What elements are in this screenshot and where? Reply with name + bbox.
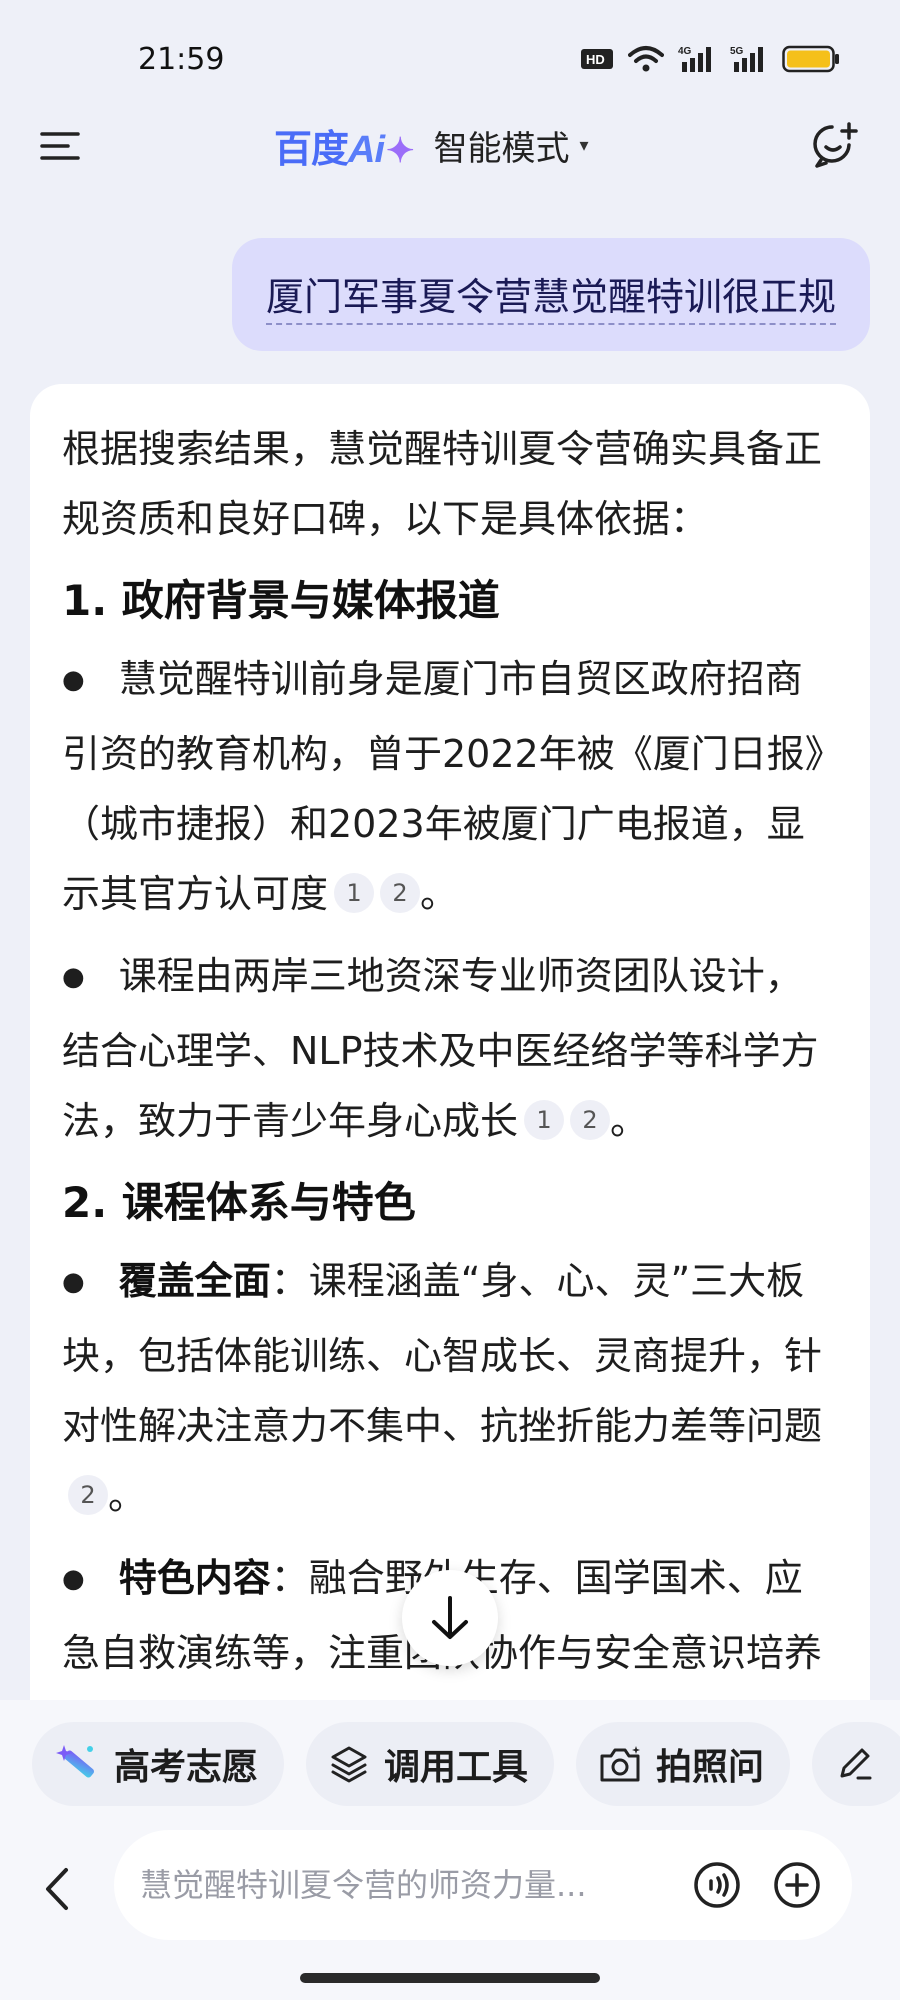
list-item: 覆盖全面：课程涵盖“身、心、灵”三大板块，包括体能训练、心智成长、灵商提升，针对… — [62, 1246, 838, 1531]
svg-text:5G: 5G — [730, 46, 744, 57]
citation-badge[interactable]: 2 — [570, 1099, 611, 1140]
svg-text:HD: HD — [586, 52, 605, 67]
quick-actions: 高考志愿 调用工具 拍照问 — [32, 1722, 900, 1806]
sparkle-icon: ✦ — [386, 132, 414, 170]
user-message-text: 厦门军事夏令营慧觉醒特训很正规 — [265, 275, 836, 325]
brand-text: 百度 — [274, 129, 349, 171]
mode-selector[interactable]: 智能模式 ▾ — [434, 121, 589, 170]
chip-label: 高考志愿 — [114, 1747, 259, 1788]
4g-signal-icon: 4G — [678, 46, 711, 72]
pen-icon — [840, 1748, 872, 1780]
brand-ai: Ai — [348, 129, 385, 171]
bullet-bold: 覆盖全面 — [118, 1259, 271, 1303]
camera-icon — [600, 1746, 641, 1782]
bottom-panel: 高考志愿 调用工具 拍照问 — [0, 1700, 900, 2000]
mode-label: 智能模式 — [433, 129, 570, 169]
bullet-text: 课程由两岸三地资深专业师资团队设计，结合心理学、NLP技术及中医经络学等科学方法… — [62, 954, 819, 1143]
chip-label: 调用工具 — [384, 1747, 529, 1788]
back-chevron-icon[interactable] — [40, 1866, 74, 1912]
app-header: 百度Ai✦ 智能模式 ▾ — [0, 110, 900, 210]
status-bar: 21:59 HD 4G 5G — [0, 0, 900, 110]
chip-write[interactable] — [812, 1722, 900, 1806]
wifi-icon — [628, 46, 664, 72]
caret-down-icon: ▾ — [579, 135, 589, 156]
status-icons: HD 4G 5G — [580, 44, 840, 74]
answer-intro: 根据搜索结果，慧觉醒特训夏令营确实具备正规资质和良好口碑，以下是具体依据： — [62, 427, 823, 541]
list-item: 慧觉醒特训前身是厦门市自贸区政府招商引资的教育机构，曾于2022年被《厦门日报》… — [62, 644, 838, 929]
bullet-end: 。 — [610, 1099, 649, 1143]
citation-badge[interactable]: 2 — [380, 872, 421, 913]
chip-gaokao[interactable]: 高考志愿 — [32, 1722, 285, 1806]
section-title: 2. 课程体系与特色 — [62, 1178, 416, 1227]
answer-card: 根据搜索结果，慧觉醒特训夏令营确实具备正规资质和良好口碑，以下是具体依据： 1.… — [30, 384, 870, 1704]
message-input-box[interactable] — [114, 1830, 852, 1940]
menu-icon[interactable] — [38, 124, 82, 168]
citation-badge[interactable]: 1 — [334, 872, 375, 913]
plus-icon[interactable] — [772, 1860, 822, 1910]
arrow-down-icon — [432, 1596, 468, 1639]
voice-icon[interactable] — [692, 1860, 742, 1910]
status-time: 21:59 — [138, 42, 225, 77]
brand-logo: 百度Ai✦ — [274, 118, 414, 173]
bullet-end: 。 — [108, 1474, 147, 1518]
citation-badge[interactable]: 1 — [524, 1099, 565, 1140]
chip-photo[interactable]: 拍照问 — [576, 1722, 791, 1806]
chip-label: 拍照问 — [656, 1747, 765, 1788]
magic-wand-icon — [56, 1745, 95, 1778]
hd-icon: HD — [581, 49, 613, 69]
brand-and-mode: 百度Ai✦ 智能模式 ▾ — [274, 118, 589, 173]
new-chat-icon[interactable] — [810, 120, 860, 170]
layers-icon — [331, 1746, 367, 1783]
bullet-end: 。 — [420, 872, 459, 916]
scroll-to-bottom-button[interactable] — [402, 1570, 498, 1666]
bullet-bold: 特色内容 — [118, 1556, 271, 1600]
section-title: 1. 政府背景与媒体报道 — [62, 576, 500, 625]
list-item: 课程由两岸三地资深专业师资团队设计，结合心理学、NLP技术及中医经络学等科学方法… — [62, 941, 838, 1156]
user-message-bubble[interactable]: 厦门军事夏令营慧觉醒特训很正规 — [231, 238, 870, 351]
battery-icon — [782, 45, 839, 73]
5g-signal-icon: 5G — [730, 46, 763, 72]
svg-text:4G: 4G — [678, 46, 692, 57]
message-input[interactable] — [140, 1856, 660, 1914]
chip-tools[interactable]: 调用工具 — [306, 1722, 555, 1806]
citation-badge[interactable]: 2 — [68, 1474, 108, 1515]
input-row — [0, 1830, 900, 1950]
home-indicator[interactable] — [300, 1973, 600, 1983]
